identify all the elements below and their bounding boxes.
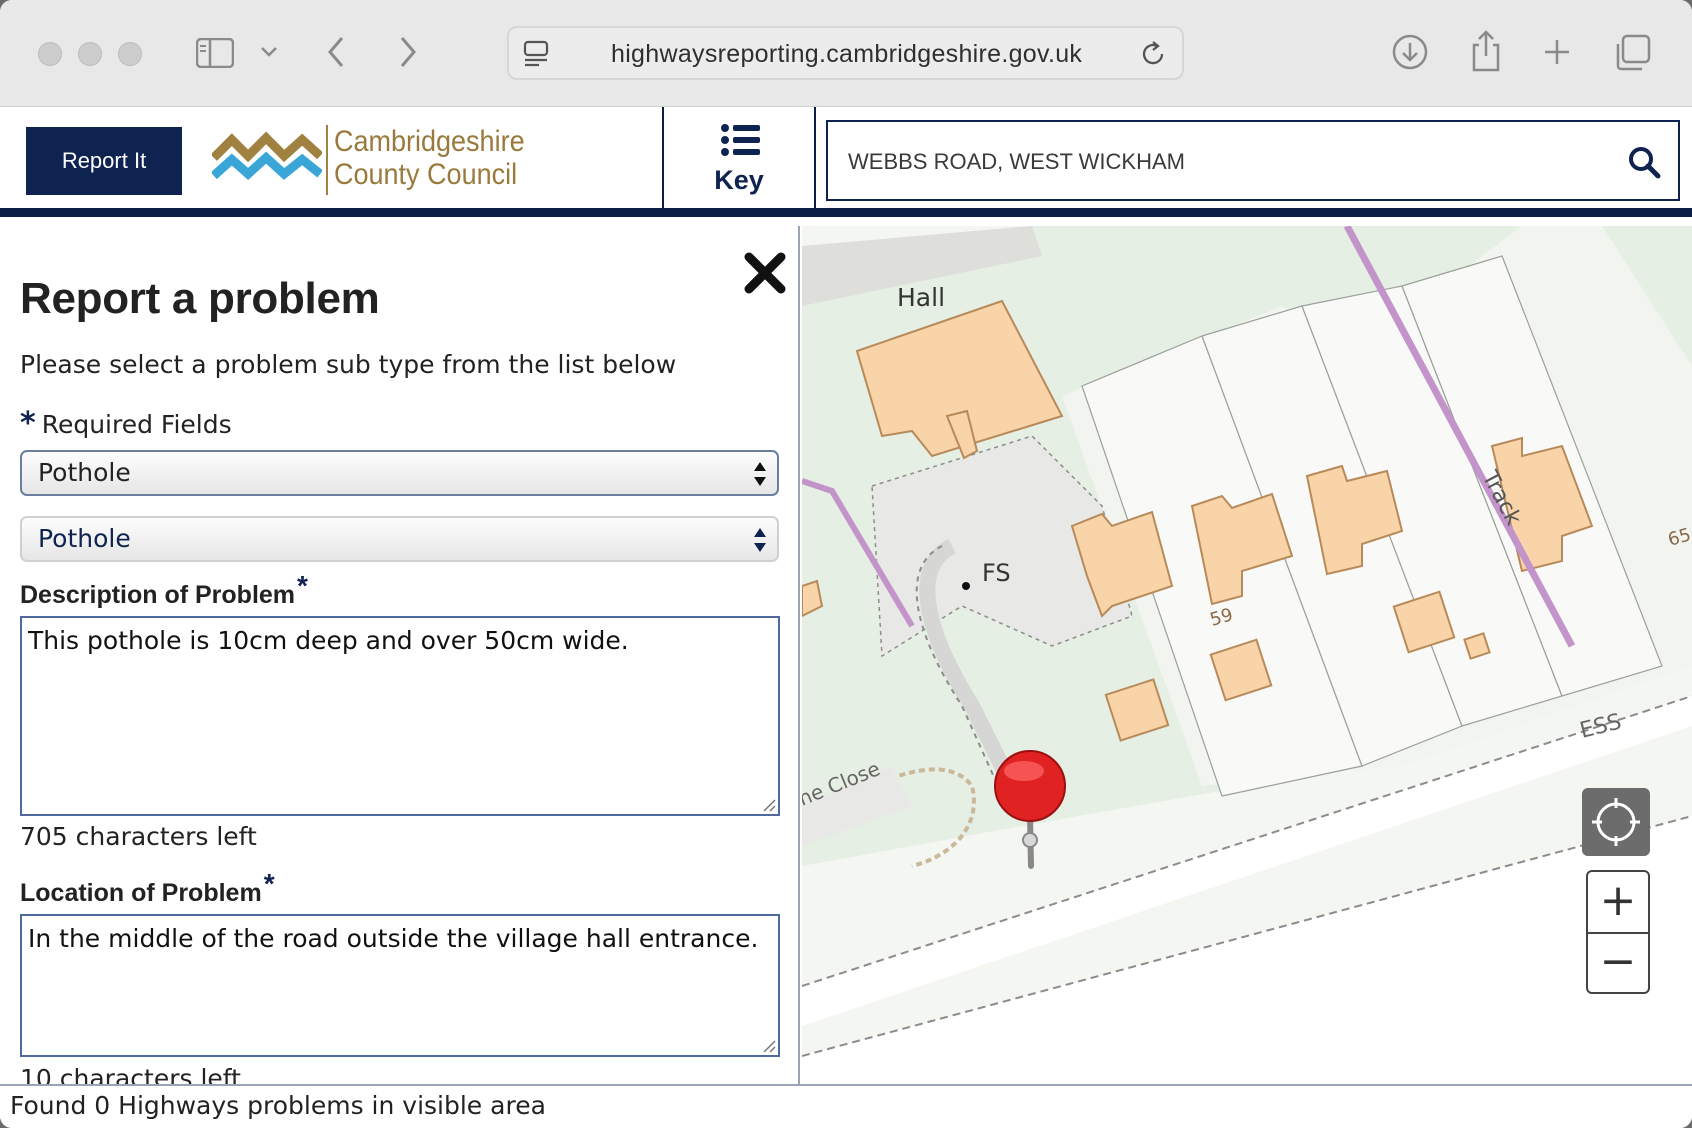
map-label-fs: FS: [982, 559, 1011, 587]
site-header: Report It Cambridgeshire County Council …: [0, 107, 1692, 217]
problem-subtype-value: Pothole: [38, 524, 131, 553]
share-icon[interactable]: [1470, 30, 1502, 72]
resize-handle-icon[interactable]: [762, 798, 776, 812]
url-text: highwaysreporting.cambridgeshire.gov.uk: [611, 40, 1083, 68]
report-it-button[interactable]: Report It: [26, 127, 182, 195]
description-textarea[interactable]: This pothole is 10cm deep and over 50cm …: [20, 616, 780, 816]
location-pin-icon[interactable]: [994, 750, 1066, 869]
location-textarea[interactable]: In the middle of the road outside the vi…: [20, 914, 780, 1057]
map-label-hall: Hall: [897, 283, 945, 312]
problem-type-select[interactable]: Pothole: [20, 450, 779, 496]
window-minimize-button[interactable]: [78, 42, 102, 66]
description-label-text: Description of Problem: [20, 581, 296, 609]
reload-icon[interactable]: [1140, 40, 1168, 68]
description-value: This pothole is 10cm deep and over 50cm …: [28, 626, 629, 655]
window-close-button[interactable]: [38, 42, 62, 66]
description-label: Description of Problem*: [20, 570, 308, 610]
close-icon[interactable]: [742, 250, 788, 296]
search-icon[interactable]: [1626, 144, 1662, 180]
key-button[interactable]: Key: [662, 107, 816, 217]
zoom-control: + −: [1586, 870, 1650, 994]
list-icon: [721, 124, 760, 156]
required-fields-note: * Required Fields: [20, 406, 232, 441]
map-canvas[interactable]: Hall FS Track ne Close ESS 59 65: [802, 226, 1692, 1084]
select-arrows-icon: [754, 528, 766, 552]
page-title: Report a problem: [20, 274, 380, 323]
problem-subtype-select[interactable]: Pothole: [20, 516, 779, 562]
back-arrow-icon[interactable]: [326, 36, 346, 68]
window-zoom-button[interactable]: [118, 42, 142, 66]
browser-window: highwaysreporting.cambridgeshire.gov.uk: [0, 0, 1692, 1128]
resize-handle-icon[interactable]: [762, 1039, 776, 1053]
search-value: WEBBS ROAD, WEST WICKHAM: [848, 149, 1185, 174]
location-required-asterisk: *: [263, 868, 275, 899]
reader-icon[interactable]: [523, 40, 551, 68]
crosshair-icon: [1592, 798, 1640, 846]
description-required-asterisk: *: [297, 570, 308, 601]
key-label: Key: [714, 165, 764, 195]
zoom-out-button[interactable]: −: [1588, 934, 1648, 992]
panel-subtitle: Please select a problem sub type from th…: [20, 350, 677, 379]
location-search-input[interactable]: WEBBS ROAD, WEST WICKHAM: [826, 120, 1680, 201]
logo-divider: [326, 125, 328, 195]
report-panel: Report a problem Please select a problem…: [0, 226, 800, 1084]
tab-overview-icon[interactable]: [1614, 34, 1652, 72]
browser-toolbar: highwaysreporting.cambridgeshire.gov.uk: [0, 0, 1692, 107]
location-label-text: Location of Problem: [20, 879, 262, 907]
download-icon[interactable]: [1392, 34, 1428, 70]
problem-type-value: Pothole: [38, 458, 131, 487]
location-label: Location of Problem*: [20, 868, 275, 908]
select-arrows-icon: [754, 462, 766, 486]
sidebar-icon[interactable]: [196, 38, 234, 68]
logo-line-1: Cambridgeshire: [334, 125, 525, 158]
description-counter: 705 characters left: [20, 822, 257, 851]
status-bar: Found 0 Highways problems in visible are…: [0, 1084, 1692, 1128]
new-tab-plus-icon[interactable]: [1543, 38, 1571, 66]
description-counter-text: characters left: [75, 822, 257, 851]
council-logo-icon[interactable]: [212, 129, 322, 199]
description-counter-number: 705: [20, 822, 68, 851]
chevron-down-icon[interactable]: [260, 46, 278, 58]
location-value: In the middle of the road outside the vi…: [28, 924, 759, 953]
forward-arrow-icon[interactable]: [398, 36, 418, 68]
zoom-in-button[interactable]: +: [1588, 872, 1648, 932]
map-view[interactable]: Hall FS Track ne Close ESS 59 65 + −: [802, 226, 1692, 1084]
council-name: Cambridgeshire County Council: [334, 125, 525, 191]
address-bar[interactable]: highwaysreporting.cambridgeshire.gov.uk: [507, 26, 1184, 80]
logo-line-2: County Council: [334, 158, 518, 191]
location-counter: 10 characters left: [20, 1064, 241, 1084]
locate-me-button[interactable]: [1582, 788, 1650, 856]
required-asterisk: *: [20, 406, 36, 441]
required-label: Required Fields: [41, 410, 232, 439]
